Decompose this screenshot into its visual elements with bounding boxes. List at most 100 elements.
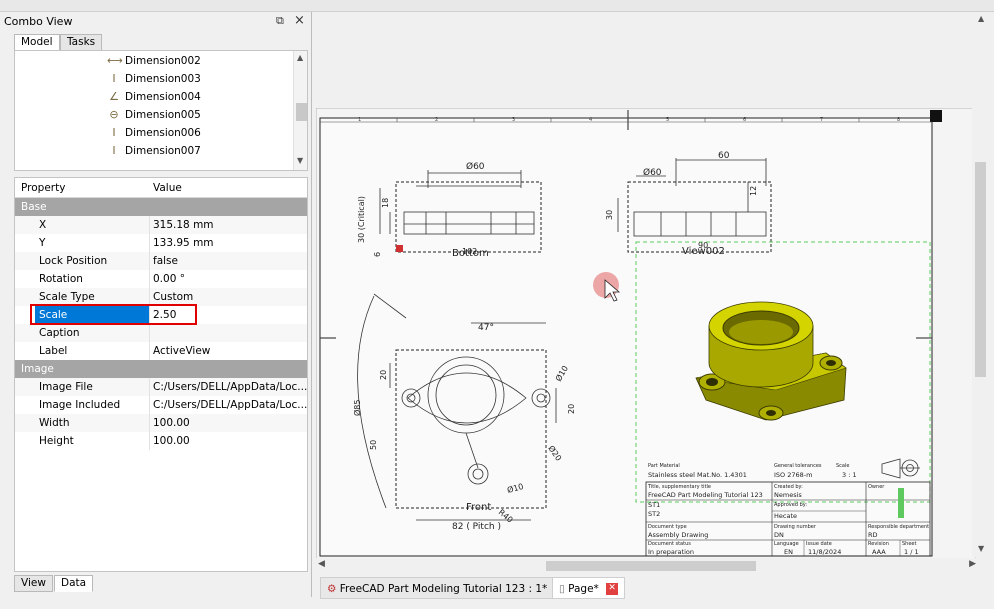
scroll-left-icon[interactable]: ◀	[318, 559, 325, 569]
tree-item-dimension002[interactable]: ⟷ Dimension002	[107, 52, 201, 70]
property-row-width[interactable]: Width 100.00	[15, 414, 307, 432]
tb-drawnum: DN	[774, 531, 784, 539]
tb-rev: AAA	[872, 548, 886, 556]
tree-item-dimension004[interactable]: ∠ Dimension004	[107, 88, 201, 106]
tree-item-dimension003[interactable]: I Dimension003	[107, 70, 201, 88]
tree-item-label: Dimension004	[125, 91, 201, 103]
property-value: false	[153, 255, 178, 267]
vertical-dimension-icon: I	[112, 126, 116, 139]
property-row-y[interactable]: Y 133.95 mm	[15, 234, 307, 252]
property-value: C:/Users/DELL/AppData/Loc...	[153, 399, 308, 411]
scroll-right-icon[interactable]: ▶	[969, 559, 976, 569]
float-panel-icon[interactable]: ⧉	[276, 14, 284, 28]
tb-title-label: Title, supplementary title	[647, 484, 711, 490]
horizontal-dimension-icon: ⟷	[107, 54, 123, 67]
value-column-header: Value	[153, 182, 182, 194]
dim-d85: Ø85	[352, 400, 362, 416]
property-group-base[interactable]: Base	[15, 198, 307, 216]
scroll-down-icon[interactable]: ▼	[978, 544, 984, 553]
document-tabs: ⚙ FreeCAD Part Modeling Tutorial 123 : 1…	[316, 575, 994, 609]
ruler-number: 4	[589, 117, 592, 123]
vertical-dimension-icon: I	[112, 144, 116, 157]
tb-doctype-label: Document type	[648, 524, 687, 530]
tree-item-label: Dimension003	[125, 73, 201, 85]
tb-rev-label: Revision	[868, 541, 889, 547]
property-value: 133.95 mm	[153, 237, 214, 249]
property-row-rotation[interactable]: Rotation 0.00 °	[15, 270, 307, 288]
diameter-dimension-icon: ⊖	[109, 108, 119, 121]
page-icon: ▯	[559, 583, 565, 595]
ruler-number: 8	[897, 117, 900, 123]
tb-title: FreeCAD Part Modeling Tutorial 123	[648, 491, 763, 499]
property-group-image[interactable]: Image	[15, 360, 307, 378]
tab-view[interactable]: View	[14, 575, 53, 592]
property-value: ActiveView	[153, 345, 211, 357]
tab-model[interactable]: Model	[14, 34, 60, 51]
dim-h18: 18	[381, 198, 390, 208]
ruler-number: 3	[512, 117, 515, 123]
tree-item-label: Dimension005	[125, 109, 201, 121]
property-row-height[interactable]: Height 100.00	[15, 432, 307, 450]
tree-item-dimension007[interactable]: I Dimension007	[107, 142, 200, 160]
dim-ang47: 47°	[478, 323, 494, 333]
property-row-x[interactable]: X 315.18 mm	[15, 216, 307, 234]
property-name: X	[39, 219, 47, 231]
property-name: Lock Position	[39, 255, 108, 267]
page-corner-mark	[930, 110, 942, 122]
combo-view-title: Combo View	[4, 15, 73, 28]
techdraw-page[interactable]: 1 2 3 4 5 6 7 8 Ø60 18 30 (Critical) 6 1…	[316, 108, 976, 560]
tb-scale-label: Scale	[836, 463, 849, 469]
ruler-number: 6	[743, 117, 746, 123]
scroll-down-icon[interactable]: ▼	[297, 156, 303, 165]
doc-tab-model[interactable]: ⚙ FreeCAD Part Modeling Tutorial 123 : 1…	[320, 577, 574, 599]
tb-tolerances: ISO 2768-m	[774, 471, 812, 479]
property-name: Y	[39, 237, 46, 249]
tb-doctype: Assembly Drawing	[648, 531, 708, 539]
drawing-frame	[319, 117, 933, 557]
tree-item-dimension006[interactable]: I Dimension006	[107, 124, 200, 142]
tree-item-dimension005[interactable]: ⊖ Dimension005	[107, 106, 201, 124]
tb-owner-label: Owner	[868, 484, 885, 490]
tb-issue-label: Issue date	[806, 541, 832, 547]
doc-tab-page[interactable]: ▯ Page* ✕	[552, 577, 626, 599]
property-row-image-file[interactable]: Image File C:/Users/DELL/AppData/Loc...	[15, 378, 307, 396]
property-header: Property Value	[15, 178, 307, 198]
tree-item-label: Dimension002	[125, 55, 201, 67]
tb-st2: ST2	[648, 510, 660, 518]
view-anchor-icon	[396, 245, 403, 252]
view-vertical-scrollbar[interactable]: ▲ ▼	[972, 12, 994, 557]
tab-tasks[interactable]: Tasks	[60, 34, 103, 51]
property-row-image-included[interactable]: Image Included C:/Users/DELL/AppData/Loc.…	[15, 396, 307, 414]
property-name: Height	[39, 435, 74, 447]
dim-d60-bottom: Ø60	[466, 161, 485, 172]
doc-tab-label: Page*	[568, 583, 599, 595]
view-hscroll-thumb[interactable]	[546, 561, 756, 571]
tb-status-label: Document status	[648, 541, 691, 547]
view-label-view002: View002	[682, 246, 725, 257]
tab-data[interactable]: Data	[54, 575, 94, 592]
scroll-up-icon[interactable]: ▲	[978, 14, 984, 23]
property-value: 315.18 mm	[153, 219, 214, 231]
property-editor: Property Value Base X 315.18 mm Y 133.95 m…	[14, 177, 308, 572]
tb-dept: RD	[868, 531, 878, 539]
dim-h6: 6	[373, 252, 382, 257]
property-row-label[interactable]: Label ActiveView	[15, 342, 307, 360]
property-name: Caption	[39, 327, 80, 339]
view-vscroll-thumb[interactable]	[975, 162, 986, 377]
property-row-caption[interactable]: Caption	[15, 324, 307, 342]
property-row-lock-position[interactable]: Lock Position false	[15, 252, 307, 270]
view-label-bottom: Bottom	[452, 248, 489, 259]
scroll-up-icon[interactable]: ▲	[297, 53, 303, 62]
property-column-header: Property	[21, 182, 66, 194]
model-tree: ⟷ Dimension002 I Dimension003 ∠ Dimension00…	[14, 50, 308, 171]
tree-scrollbar-thumb[interactable]	[296, 103, 307, 121]
doc-tab-label: FreeCAD Part Modeling Tutorial 123 : 1*	[339, 583, 548, 595]
property-name: Rotation	[39, 273, 83, 285]
tree-scrollbar[interactable]: ▲ ▼	[293, 51, 307, 170]
close-tab-icon[interactable]: ✕	[606, 583, 619, 595]
vertical-dimension-icon: I	[112, 72, 116, 85]
tb-created: Nemesis	[774, 491, 802, 499]
close-panel-icon[interactable]: ×	[294, 13, 305, 28]
view-horizontal-scrollbar[interactable]: ◀ ▶	[316, 558, 978, 574]
property-value: 0.00 °	[153, 273, 185, 285]
